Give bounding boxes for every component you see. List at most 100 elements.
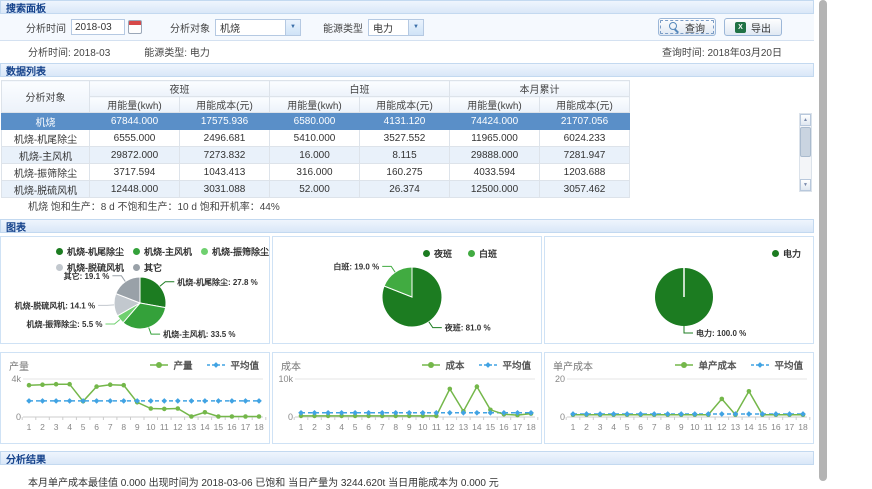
x-axis-tick-label: 7: [380, 422, 385, 432]
export-button[interactable]: 导出: [724, 18, 782, 36]
charts-panel: 图表 机烧-机尾除尘机烧-主风机机烧-振筛除尘机烧-脱硫风机其它机烧-机尾除尘:…: [0, 219, 814, 444]
x-axis-tick-label: 17: [513, 422, 523, 432]
col-header-cost[interactable]: 用能成本(元): [360, 97, 450, 113]
legend-item[interactable]: 平均值: [750, 358, 803, 372]
table-row[interactable]: 机烧-振筛除尘3717.5941043.413316.000160.275403…: [2, 164, 630, 181]
pie-label-leader: [149, 328, 160, 335]
line-charts-row: 产量产量平均值4k0123456789101112131415161718 成本…: [0, 352, 814, 444]
x-axis-tick-label: 6: [638, 422, 643, 432]
page-scrollbar[interactable]: [819, 0, 827, 481]
legend-item[interactable]: 平均值: [206, 358, 259, 372]
pie-label-leader: [160, 282, 174, 287]
calendar-icon[interactable]: [128, 20, 142, 34]
x-axis-tick-label: 2: [40, 422, 45, 432]
x-axis-tick-label: 18: [254, 422, 264, 432]
avg-marker-icon: [206, 361, 226, 369]
scrollbar-thumb[interactable]: [800, 127, 811, 157]
x-axis-tick-label: 8: [665, 422, 670, 432]
legend-item[interactable]: 成本: [421, 358, 464, 372]
col-header-cost[interactable]: 用能成本(元): [540, 97, 630, 113]
data-point: [149, 406, 154, 411]
y-axis-zero-label: 0: [288, 412, 293, 422]
table-row[interactable]: 机烧-机尾除尘6555.0002496.6815410.0003527.5521…: [2, 130, 630, 147]
col-header-object[interactable]: 分析对象: [2, 81, 90, 113]
data-point: [162, 407, 167, 412]
x-axis-tick-label: 16: [227, 422, 237, 432]
pie-label: 机烧-主风机: 33.5 %: [163, 329, 235, 339]
line-chart-unit-cost: 200123456789101112131415161718: [545, 371, 813, 441]
scrollbar-track[interactable]: [800, 126, 811, 179]
analysis-object-select[interactable]: 机烧 ▼: [215, 19, 301, 36]
summary-analysis-time: 分析时间: 2018-03: [28, 44, 110, 59]
x-axis-tick-label: 14: [200, 422, 210, 432]
row-object-name: 机烧-机尾除尘: [2, 130, 90, 147]
analysis-time-input[interactable]: 2018-03: [71, 19, 125, 35]
pie-slice[interactable]: [140, 277, 166, 308]
x-axis-tick-label: 15: [758, 422, 768, 432]
scroll-down-icon[interactable]: ▼: [800, 179, 811, 191]
data-point: [176, 406, 181, 411]
avg-point: [570, 411, 576, 417]
data-point: [448, 387, 453, 392]
legend-label: 产量: [173, 358, 192, 372]
x-axis-tick-label: 3: [54, 422, 59, 432]
pie-chart-energy-share: 电力: 100.0 %: [545, 237, 815, 345]
data-point: [257, 414, 262, 419]
col-group-month[interactable]: 本月累计: [450, 81, 630, 97]
x-axis-tick-label: 5: [81, 422, 86, 432]
unit-cost-line-box: 单产成本单产成本平均值20012345678910111213141516171…: [544, 352, 814, 444]
export-button-label: 导出: [751, 20, 771, 35]
pie-label: 电力: 100.0 %: [696, 328, 746, 338]
legend-item[interactable]: 平均值: [478, 358, 531, 372]
col-group-day[interactable]: 白班: [270, 81, 450, 97]
legend-label: 平均值: [774, 358, 803, 372]
col-header-energy[interactable]: 用能量(kwh): [270, 97, 360, 113]
col-header-energy[interactable]: 用能量(kwh): [90, 97, 180, 113]
legend-label: 平均值: [230, 358, 259, 372]
pie-label-leader: [98, 305, 114, 306]
legend-item[interactable]: 单产成本: [674, 358, 736, 372]
x-axis-tick-label: 7: [652, 422, 657, 432]
main-content: 搜索面板 分析时间 2018-03 分析对象 机烧 ▼ 能源类型 电力 ▼ 查询: [0, 0, 814, 489]
x-axis-tick-label: 10: [690, 422, 700, 432]
table-scrollbar[interactable]: ▲ ▼: [799, 113, 812, 192]
series-marker-icon: [421, 361, 441, 369]
legend-item[interactable]: 产量: [149, 358, 192, 372]
avg-marker-icon: [478, 361, 498, 369]
x-axis-tick-label: 16: [771, 422, 781, 432]
search-panel-header: 搜索面板: [0, 0, 814, 14]
table-row[interactable]: 机烧-脱硫风机12448.0003031.08852.00026.3741250…: [2, 181, 630, 198]
col-header-energy[interactable]: 用能量(kwh): [450, 97, 540, 113]
col-header-cost[interactable]: 用能成本(元): [180, 97, 270, 113]
line-chart-legend: 产量 平均值: [149, 358, 259, 372]
row-value-cell: 8.115: [360, 147, 450, 164]
data-point: [216, 414, 221, 419]
x-axis-tick-label: 6: [94, 422, 99, 432]
pie-label-leader: [382, 266, 395, 272]
avg-point: [638, 411, 644, 417]
pie-label: 机烧-机尾除尘: 27.8 %: [177, 277, 257, 287]
output-line-box: 产量产量平均值4k0123456789101112131415161718: [0, 352, 270, 444]
x-axis-tick-label: 17: [785, 422, 795, 432]
x-axis-tick-label: 18: [526, 422, 536, 432]
x-axis-tick-label: 1: [299, 422, 304, 432]
table-row[interactable]: 机烧67844.00017575.9366580.0004131.1207442…: [2, 113, 630, 130]
table-row[interactable]: 机烧-主风机29872.0007273.83216.0008.11529888.…: [2, 147, 630, 164]
avg-marker-icon: [750, 361, 770, 369]
x-axis-tick-label: 11: [704, 422, 713, 432]
row-value-cell: 316.000: [270, 164, 360, 181]
query-button[interactable]: 查询: [658, 18, 716, 36]
x-axis-tick-label: 12: [173, 422, 183, 432]
search-panel: 搜索面板 分析时间 2018-03 分析对象 机烧 ▼ 能源类型 电力 ▼ 查询: [0, 0, 814, 41]
energy-type-select[interactable]: 电力 ▼: [368, 19, 424, 36]
row-value-cell: 2496.681: [180, 130, 270, 147]
pie-label-leader: [429, 322, 442, 328]
charts-panel-header: 图表: [0, 219, 814, 233]
x-axis-tick-label: 10: [418, 422, 428, 432]
row-value-cell: 1203.688: [540, 164, 630, 181]
y-axis-zero-label: 0: [560, 412, 565, 422]
scroll-up-icon[interactable]: ▲: [800, 114, 811, 126]
col-group-night[interactable]: 夜班: [90, 81, 270, 97]
row-value-cell: 6024.233: [540, 130, 630, 147]
x-axis-tick-label: 12: [445, 422, 455, 432]
